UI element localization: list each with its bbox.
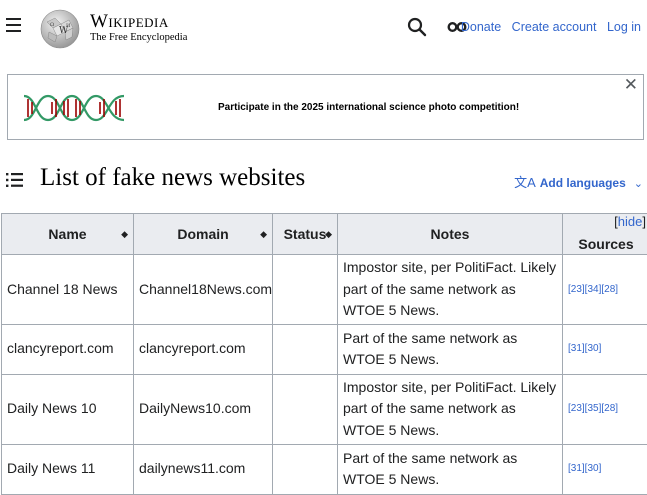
cell-name: Daily News 10 — [2, 374, 134, 444]
citation-links[interactable]: [23][34][28] — [568, 284, 618, 295]
fake-news-table: Name◆ Domain◆ Status◆ Notes [hide] Sourc… — [1, 213, 647, 495]
citation-links[interactable]: [23][35][28] — [568, 403, 618, 414]
hide-toggle: [hide] — [614, 215, 646, 229]
add-languages-button[interactable]: 文A Add languages ⌄ — [514, 172, 643, 191]
wordmark-tagline: The Free Encyclopedia — [90, 32, 187, 44]
column-header-status[interactable]: Status◆ — [273, 214, 338, 255]
citation-links[interactable]: [31][30] — [568, 343, 601, 354]
cell-status — [273, 374, 338, 444]
table-row: Daily News 10 DailyNews10.com Impostor s… — [2, 374, 647, 444]
wikipedia-globe-logo[interactable]: W Ω И — [39, 8, 81, 50]
dna-helix-icon — [22, 93, 126, 123]
cell-notes: Impostor site, per PolitiFact. Likely pa… — [338, 374, 563, 444]
table-row: clancyreport.com clancyreport.com Part o… — [2, 324, 647, 374]
cell-notes: Part of the same network as WTOE 5 News. — [338, 444, 563, 494]
donate-link[interactable]: Donate — [461, 20, 501, 34]
citation-links[interactable]: [31][30] — [568, 463, 601, 474]
site-notice-banner: ✕ Participate in the 2025 international … — [7, 74, 644, 140]
column-header-notes: Notes — [338, 214, 563, 255]
cell-status — [273, 255, 338, 325]
cell-name: Channel 18 News — [2, 255, 134, 325]
svg-text:И: И — [66, 23, 71, 29]
cell-name: clancyreport.com — [2, 324, 134, 374]
table-row: Daily News 11 dailynews11.com Part of th… — [2, 444, 647, 494]
cell-status — [273, 324, 338, 374]
cell-notes: Impostor site, per PolitiFact. Likely pa… — [338, 255, 563, 325]
user-links: Donate Create account Log in — [454, 20, 641, 34]
add-languages-label: Add languages — [540, 176, 626, 190]
cell-status — [273, 444, 338, 494]
main-menu-icon[interactable] — [6, 18, 24, 34]
column-header-sources: [hide] Sources — [563, 214, 647, 255]
wordmark-title: Wikipedia — [90, 12, 187, 32]
cell-sources: [31][30] — [563, 444, 647, 494]
cell-sources: [23][35][28] — [563, 374, 647, 444]
cell-sources: [31][30] — [563, 324, 647, 374]
cell-sources: [23][34][28] — [563, 255, 647, 325]
sort-icon[interactable]: ◆ — [121, 229, 128, 240]
cell-domain: dailynews11.com — [134, 444, 273, 494]
create-account-link[interactable]: Create account — [512, 20, 597, 34]
column-header-domain[interactable]: Domain◆ — [134, 214, 273, 255]
column-header-name[interactable]: Name◆ — [2, 214, 134, 255]
language-icon: 文A — [514, 175, 536, 190]
cell-name: Daily News 11 — [2, 444, 134, 494]
page-title: List of fake news websites — [40, 164, 305, 192]
sort-icon[interactable]: ◆ — [260, 229, 267, 240]
log-in-link[interactable]: Log in — [607, 20, 641, 34]
table-of-contents-icon[interactable] — [6, 173, 24, 187]
site-header: W Ω И Wikipedia The Free Encyclopedia Do… — [0, 0, 647, 56]
title-row: List of fake news websites 文A Add languag… — [0, 160, 647, 200]
svg-text:Ω: Ω — [50, 22, 54, 28]
table-row: Channel 18 News Channel18News.com Impost… — [2, 255, 647, 325]
cell-domain: clancyreport.com — [134, 324, 273, 374]
chevron-down-icon: ⌄ — [634, 178, 643, 190]
hide-link[interactable]: hide — [618, 214, 643, 229]
cell-domain: Channel18News.com — [134, 255, 273, 325]
search-icon[interactable] — [406, 16, 428, 38]
sort-icon[interactable]: ◆ — [325, 229, 332, 240]
wikipedia-wordmark[interactable]: Wikipedia The Free Encyclopedia — [90, 12, 187, 44]
cell-notes: Part of the same network as WTOE 5 News. — [338, 324, 563, 374]
table-header-row: Name◆ Domain◆ Status◆ Notes [hide] Sourc… — [2, 214, 647, 255]
banner-message[interactable]: Participate in the 2025 international sc… — [218, 102, 519, 113]
cell-domain: DailyNews10.com — [134, 374, 273, 444]
close-icon[interactable]: ✕ — [624, 76, 638, 94]
